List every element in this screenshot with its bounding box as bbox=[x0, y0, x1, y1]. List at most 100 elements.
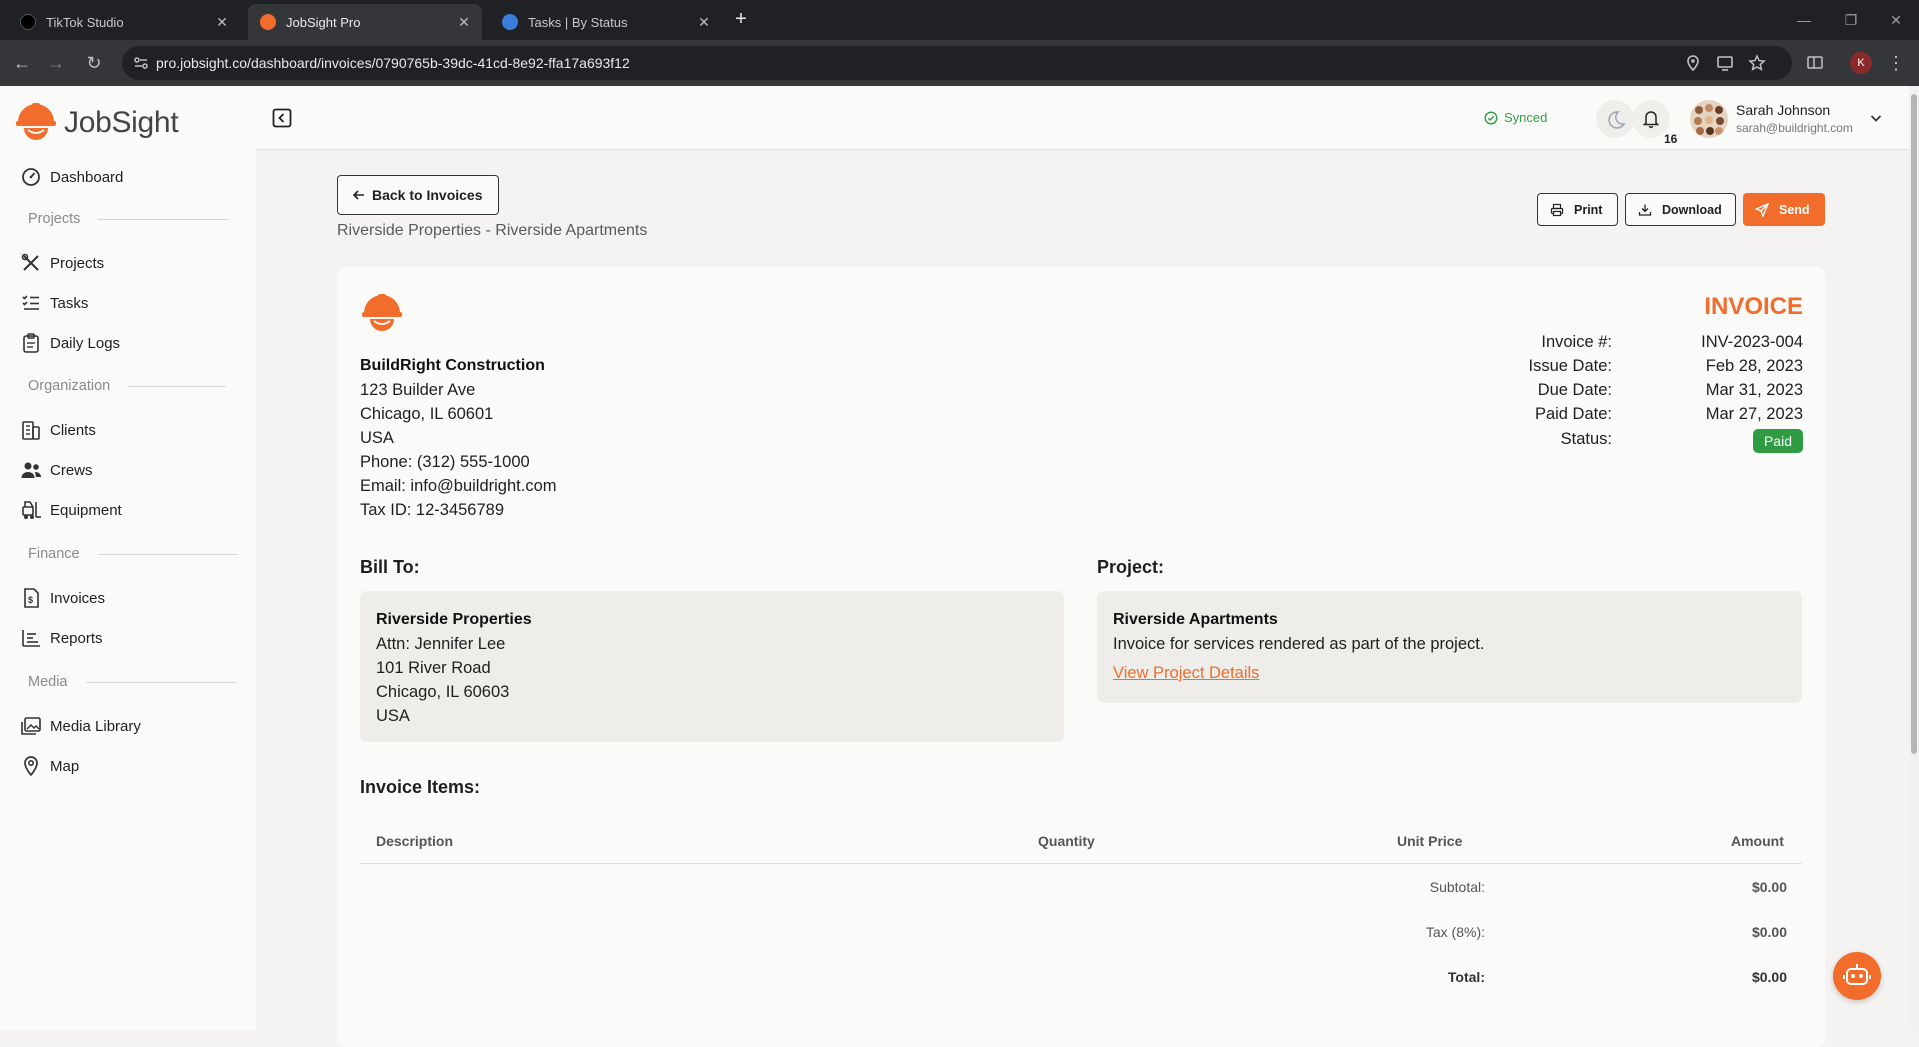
download-icon bbox=[1638, 204, 1652, 216]
section-label: Media bbox=[28, 674, 68, 690]
chat-assistant-button[interactable] bbox=[1833, 952, 1881, 1000]
sidebar-section-projects: Projects bbox=[28, 209, 229, 229]
sidebar-collapse-icon[interactable] bbox=[272, 108, 292, 128]
sidebar-item-equipment[interactable]: Equipment bbox=[20, 495, 122, 525]
company-email: Email: info@buildright.com bbox=[360, 477, 557, 495]
sync-label: Synced bbox=[1504, 110, 1548, 125]
invoice-card: BuildRight Construction 123 Builder Ave … bbox=[337, 267, 1825, 1047]
close-window-icon[interactable]: ✕ bbox=[1884, 8, 1908, 32]
company-tax-id: Tax ID: 12-3456789 bbox=[360, 501, 505, 519]
view-project-details-link[interactable]: View Project Details bbox=[1113, 664, 1259, 683]
site-info-icon[interactable] bbox=[132, 54, 150, 72]
user-avatar[interactable] bbox=[1690, 100, 1728, 138]
dark-mode-toggle[interactable] bbox=[1596, 100, 1634, 138]
company-hardhat-icon bbox=[362, 294, 402, 331]
profile-avatar[interactable]: K bbox=[1850, 52, 1872, 74]
reading-mode-icon[interactable] bbox=[1806, 54, 1824, 72]
section-label: Projects bbox=[28, 211, 81, 227]
tasks-favicon-icon bbox=[502, 14, 518, 30]
location-icon[interactable] bbox=[1684, 54, 1702, 72]
section-divider bbox=[98, 218, 229, 220]
bill-to-box: Riverside Properties Attn: Jennifer Lee … bbox=[360, 591, 1064, 742]
browser-toolbar: ← → ↻ pro.jobsight.co/dashboard/invoices… bbox=[0, 40, 1919, 86]
close-tab-icon[interactable]: ✕ bbox=[456, 14, 472, 30]
sidebar-section-finance: Finance bbox=[28, 544, 238, 564]
new-tab-button[interactable]: + bbox=[730, 8, 752, 30]
sidebar-item-label: Tasks bbox=[50, 294, 89, 312]
page-scrollbar[interactable] bbox=[1909, 86, 1919, 1031]
invoice-title: INVOICE bbox=[1704, 293, 1803, 320]
project-name: Riverside Apartments bbox=[1113, 611, 1278, 628]
sidebar-item-label: Map bbox=[50, 757, 80, 775]
section-divider bbox=[128, 385, 227, 387]
sidebar-item-label: Media Library bbox=[50, 717, 141, 735]
column-header-quantity: Quantity bbox=[1038, 833, 1095, 849]
minimize-icon[interactable]: — bbox=[1792, 8, 1816, 32]
map-pin-icon bbox=[24, 756, 38, 777]
sidebar-item-daily-logs[interactable]: Daily Logs bbox=[20, 328, 120, 358]
paid-date-label: Paid Date: bbox=[1534, 405, 1612, 423]
print-button[interactable]: Print bbox=[1537, 193, 1618, 226]
brand-name: JobSight bbox=[64, 106, 179, 139]
tiktok-icon bbox=[20, 14, 36, 30]
sidebar-item-clients[interactable]: Clients bbox=[20, 415, 96, 445]
sidebar-item-crews[interactable]: Crews bbox=[20, 455, 93, 485]
chevron-down-icon[interactable] bbox=[1868, 110, 1884, 126]
sidebar-item-map[interactable]: Map bbox=[20, 751, 79, 781]
section-divider bbox=[85, 681, 236, 683]
browser-tab-bar: TikTok Studio ✕ JobSight Pro ✕ Tasks | B… bbox=[0, 0, 1919, 40]
bill-to-heading: Bill To: bbox=[360, 557, 420, 577]
table-divider bbox=[360, 863, 1802, 864]
forward-arrow-icon[interactable]: → bbox=[44, 51, 68, 75]
due-date-label: Due Date: bbox=[1537, 381, 1612, 399]
sidebar-item-tasks[interactable]: Tasks bbox=[20, 288, 88, 318]
close-tab-icon[interactable]: ✕ bbox=[696, 14, 712, 30]
dashboard-gauge-icon bbox=[22, 168, 40, 186]
sidebar: JobSight Dashboard Projects Projects Tas… bbox=[0, 86, 256, 1031]
install-app-icon[interactable] bbox=[1716, 54, 1734, 72]
invoice-number: INV-2023-004 bbox=[1701, 333, 1803, 351]
project-heading: Project: bbox=[1097, 557, 1165, 577]
browser-tab-jobsight[interactable]: JobSight Pro ✕ bbox=[248, 4, 482, 40]
sidebar-section-media: Media bbox=[28, 672, 236, 692]
status-badge: Paid bbox=[1752, 429, 1803, 453]
paid-date: Mar 27, 2023 bbox=[1705, 405, 1803, 423]
task-list-icon bbox=[22, 295, 39, 310]
sidebar-item-label: Equipment bbox=[50, 501, 122, 519]
reload-icon[interactable]: ↻ bbox=[82, 51, 106, 75]
tab-title: TikTok Studio bbox=[46, 14, 124, 30]
browser-menu-icon[interactable]: ⋮ bbox=[1884, 51, 1908, 75]
back-to-invoices-button[interactable]: Back to Invoices bbox=[337, 175, 499, 215]
scrollbar-thumb[interactable] bbox=[1911, 94, 1917, 754]
invoice-dollar-icon: $ bbox=[24, 588, 39, 608]
address-bar[interactable]: pro.jobsight.co/dashboard/invoices/07907… bbox=[122, 46, 1792, 80]
avatar-image bbox=[1694, 104, 1724, 135]
tax-label: Tax (8%): bbox=[1425, 924, 1485, 940]
bookmark-star-icon[interactable] bbox=[1748, 54, 1766, 72]
sidebar-item-projects[interactable]: Projects bbox=[20, 248, 104, 278]
subtotal-label: Subtotal: bbox=[1429, 879, 1485, 895]
close-tab-icon[interactable]: ✕ bbox=[214, 14, 230, 30]
total-label: Total: bbox=[1447, 969, 1485, 985]
app-logo[interactable]: JobSight bbox=[14, 102, 179, 144]
download-button[interactable]: Download bbox=[1625, 193, 1736, 226]
sidebar-item-label: Invoices bbox=[50, 589, 106, 607]
user-name: Sarah Johnson bbox=[1736, 102, 1831, 118]
sync-status: Synced bbox=[1484, 110, 1547, 125]
client-country: USA bbox=[376, 707, 410, 725]
tools-icon bbox=[21, 253, 39, 271]
send-button[interactable]: Send bbox=[1743, 193, 1825, 226]
restore-icon[interactable]: ❐ bbox=[1839, 8, 1863, 32]
section-label: Finance bbox=[28, 546, 80, 562]
sidebar-item-invoices[interactable]: $ Invoices bbox=[20, 583, 105, 613]
invoice-items-heading: Invoice Items: bbox=[360, 777, 481, 797]
browser-tab-tasks[interactable]: Tasks | By Status ✕ bbox=[490, 4, 722, 40]
sidebar-item-media-library[interactable]: Media Library bbox=[20, 711, 141, 741]
sidebar-item-reports[interactable]: Reports bbox=[20, 623, 103, 653]
browser-tab-tiktok[interactable]: TikTok Studio ✕ bbox=[8, 4, 240, 40]
send-label: Send bbox=[1779, 202, 1810, 217]
sidebar-item-dashboard[interactable]: Dashboard bbox=[20, 162, 123, 192]
back-arrow-icon[interactable]: ← bbox=[10, 51, 34, 75]
check-circle-icon bbox=[1484, 110, 1498, 125]
project-box: Riverside Apartments Invoice for service… bbox=[1097, 591, 1802, 703]
